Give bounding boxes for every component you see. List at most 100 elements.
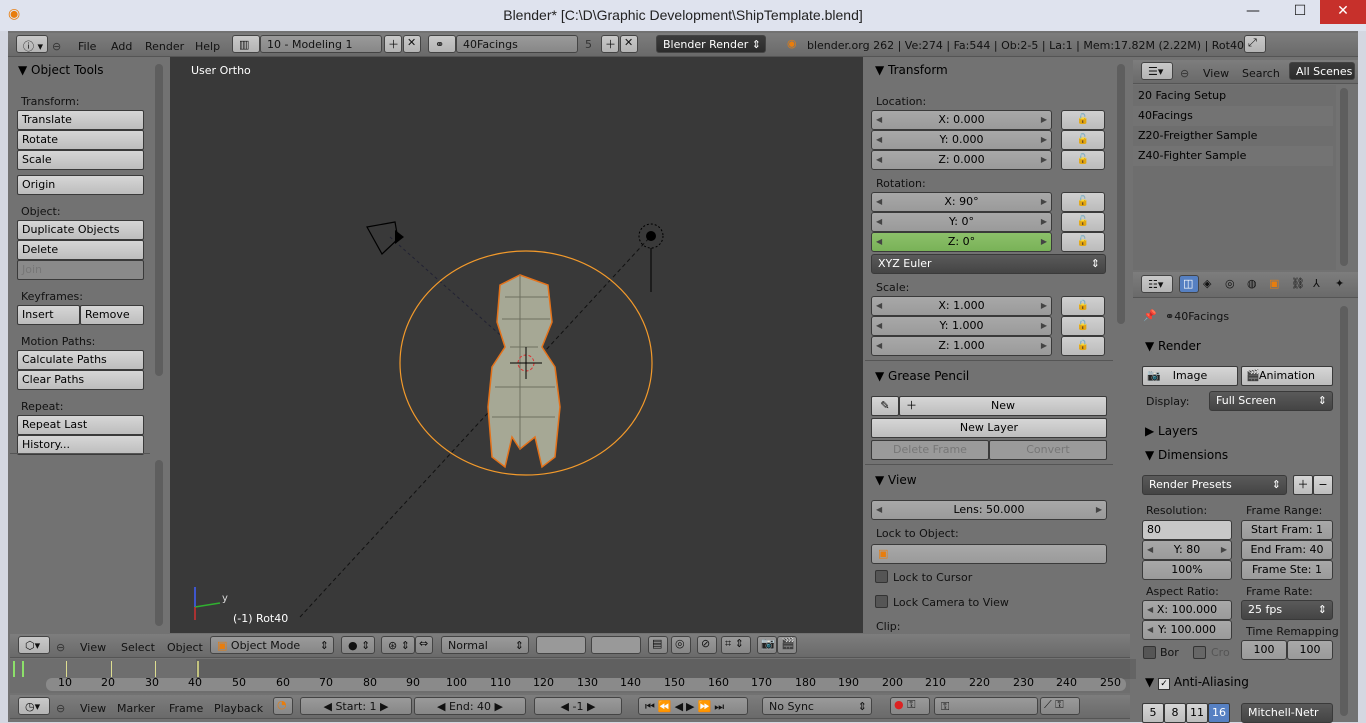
rotation-x-field[interactable]: ◀ X: 90° ▶ [871, 192, 1052, 212]
menu-render[interactable]: Render [145, 40, 184, 53]
constraints-tab-icon[interactable]: ⛓ [1291, 277, 1305, 290]
scale-z-field[interactable]: ◀ Z: 1.000 ▶ [871, 336, 1052, 356]
translate-button[interactable]: Translate [17, 110, 144, 130]
rotation-mode-select[interactable]: XYZ Euler ⇕ [871, 254, 1106, 274]
proportional-edit-icon[interactable]: ◎ [671, 636, 691, 654]
properties-editor-icon[interactable]: ☷▾ [1141, 275, 1173, 293]
render-engine-select[interactable]: Blender Render ⇕ [656, 35, 766, 53]
resolution-y-field[interactable]: ◀ Y: 80 ▶ [1142, 540, 1232, 560]
screen-layout-icon[interactable]: ▥ [232, 35, 260, 53]
orientation-select[interactable]: Normal ⇕ [441, 636, 529, 654]
outliner-item[interactable]: 20 Facing Setup [1133, 86, 1333, 106]
object-tab-icon[interactable]: ▣ [1269, 277, 1279, 290]
editor-type-icon[interactable]: ⓘ ▾ [16, 35, 48, 53]
keyframe-insert-icon[interactable]: ⟋ ⚿ [1040, 697, 1080, 715]
snap-icon[interactable]: ⊘ [697, 636, 717, 654]
scene-field[interactable]: 40Facings [456, 35, 578, 53]
render-anim-icon[interactable]: 🎬 [777, 636, 797, 654]
lock-scale-z-icon[interactable]: 🔒 [1061, 336, 1105, 356]
data-tab-icon[interactable]: ✦ [1335, 277, 1344, 290]
lock-loc-x-icon[interactable]: 🔓 [1061, 110, 1105, 130]
start-frame-field[interactable]: Start Fram: 1 [1241, 520, 1333, 540]
view3d-menu-view[interactable]: View [80, 641, 106, 654]
resolution-percent-field[interactable]: 100% [1142, 560, 1232, 580]
timeline-menu-frame[interactable]: Frame [169, 702, 203, 715]
render-properties-scrollbar[interactable] [1340, 306, 1348, 716]
render-still-icon[interactable]: 📷 [757, 636, 777, 654]
history-button[interactable]: History... [17, 435, 144, 455]
snap-element-select[interactable]: ⌗ ⇕ [721, 636, 751, 654]
remove-screen-icon[interactable]: ✕ [403, 35, 421, 53]
fullscreen-icon[interactable]: ⤢ [1244, 35, 1266, 53]
calculate-paths-button[interactable]: Calculate Paths [17, 350, 144, 370]
aspect-y-field[interactable]: ◀ Y: 100.000 [1142, 620, 1232, 640]
anti-aliasing-checkbox[interactable]: ✓ [1158, 678, 1171, 690]
timeline-menu-view[interactable]: View [80, 702, 106, 715]
manipulator-icon[interactable]: ⇔ [415, 636, 433, 654]
location-z-field[interactable]: ◀ Z: 0.000 ▶ [871, 150, 1052, 170]
lock-rot-y-icon[interactable]: 🔓 [1061, 212, 1105, 232]
gp-delete-frame-button[interactable]: Delete Frame [871, 440, 989, 460]
screen-layout-field[interactable]: 10 - Modeling 1 [260, 35, 382, 53]
render-tab-icon[interactable]: ◫ [1179, 275, 1199, 293]
clear-paths-button[interactable]: Clear Paths [17, 370, 144, 390]
render-image-button[interactable]: 📷 Image [1142, 366, 1238, 386]
outliner-menu-view[interactable]: View [1203, 67, 1229, 80]
gp-new-layer-button[interactable]: New Layer [871, 418, 1107, 438]
frame-step-field[interactable]: Frame Ste: 1 [1241, 560, 1333, 580]
outliner-item[interactable]: 40Facings [1133, 106, 1333, 126]
transform-header[interactable]: ▼ Transform [875, 63, 948, 77]
lock-rot-z-icon[interactable]: 🔓 [1061, 232, 1105, 252]
render-header[interactable]: ▼ Render [1145, 339, 1201, 353]
render-animation-button[interactable]: 🎬 Animation [1241, 366, 1333, 386]
crop-checkbox[interactable] [1193, 646, 1206, 659]
view3d-editor-icon[interactable]: ⬡▾ [18, 636, 50, 654]
outliner-item[interactable]: Z40-Fighter Sample [1133, 146, 1333, 166]
timeline-editor-icon[interactable]: ◷▾ [18, 697, 50, 715]
outliner-scrollbar[interactable] [1340, 88, 1348, 266]
aa-samples-16[interactable]: 16 [1208, 703, 1230, 723]
scene-layers-2[interactable] [591, 636, 641, 654]
preview-range-icon[interactable]: ◔ [273, 697, 293, 715]
scene-layers-1[interactable] [536, 636, 586, 654]
outliner-item[interactable]: Z20-Freigther Sample [1133, 126, 1333, 146]
record-icon[interactable]: ● ⚿ [890, 697, 930, 715]
add-scene-icon[interactable]: ＋ [601, 35, 619, 53]
world-tab-icon[interactable]: ◍ [1247, 277, 1257, 290]
lock-layers-icon[interactable]: ▤ [648, 636, 668, 654]
timeline-area[interactable] [10, 659, 1136, 693]
object-tools-header[interactable]: ▼ Object Tools [18, 63, 104, 77]
lock-camera-checkbox[interactable] [875, 595, 888, 608]
end-frame-field[interactable]: End Fram: 40 [1241, 540, 1333, 560]
aa-samples-8[interactable]: 8 [1164, 703, 1186, 723]
view3d-menu-select[interactable]: Select [121, 641, 155, 654]
location-x-field[interactable]: ◀ X: 0.000 ▶ [871, 110, 1052, 130]
lock-to-cursor-checkbox[interactable] [875, 570, 888, 583]
layers-header[interactable]: ▶ Layers [1145, 424, 1198, 438]
layers-tab-icon[interactable]: ◈ [1203, 277, 1211, 290]
aa-samples-11[interactable]: 11 [1186, 703, 1208, 723]
repeat-last-button[interactable]: Repeat Last [17, 415, 144, 435]
lock-loc-z-icon[interactable]: 🔓 [1061, 150, 1105, 170]
lock-scale-x-icon[interactable]: 🔒 [1061, 296, 1105, 316]
remove-keyframe-button[interactable]: Remove [80, 305, 144, 325]
close-button[interactable]: ✕ [1320, 0, 1366, 24]
aspect-x-field[interactable]: ◀ X: 100.000 [1142, 600, 1232, 620]
pin-icon[interactable]: 📌 [1143, 309, 1157, 322]
anti-aliasing-header[interactable]: ▼ ✓ Anti-Aliasing [1145, 675, 1249, 690]
display-select[interactable]: Full Screen ⇕ [1209, 391, 1333, 411]
border-checkbox[interactable] [1143, 646, 1156, 659]
3d-viewport[interactable]: User Ortho y (-1) Rot40 [170, 57, 863, 633]
gp-convert-button[interactable]: Convert [989, 440, 1107, 460]
collapse-icon[interactable]: ⊖ [1180, 67, 1189, 80]
join-button[interactable]: Join [17, 260, 144, 280]
minimize-button[interactable]: — [1230, 0, 1276, 24]
rotate-button[interactable]: Rotate [17, 130, 144, 150]
view-header[interactable]: ▼ View [875, 473, 917, 487]
remap-old-field[interactable]: 100 [1241, 640, 1287, 660]
resolution-x-field[interactable]: 80 [1142, 520, 1232, 540]
menu-add[interactable]: Add [111, 40, 132, 53]
menu-help[interactable]: Help [195, 40, 220, 53]
lock-scale-y-icon[interactable]: 🔒 [1061, 316, 1105, 336]
mode-select[interactable]: ▣ Object Mode ⇕ [210, 636, 334, 654]
